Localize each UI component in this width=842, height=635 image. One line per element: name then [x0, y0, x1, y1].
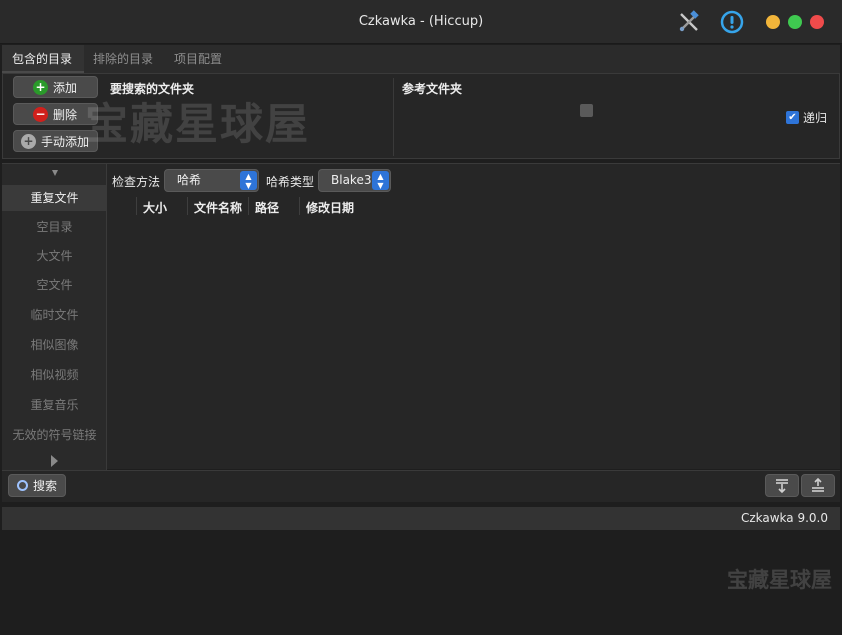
directory-tabs: 包含的目录 排除的目录 项目配置	[2, 45, 840, 73]
check-method-label: 检查方法	[112, 175, 161, 189]
tab-excluded-dirs[interactable]: 排除的目录	[93, 45, 153, 73]
checkmark-icon: ✔	[786, 111, 799, 124]
remove-label: 删除	[53, 107, 78, 122]
search-button[interactable]: 搜索	[8, 474, 66, 497]
minus-icon: −	[33, 106, 48, 122]
remove-button[interactable]: − 删除	[13, 103, 98, 125]
check-method-select[interactable]: 哈希 ▲ ▼	[164, 169, 259, 192]
move-to-top-button[interactable]	[765, 474, 799, 497]
chevron-updown-icon: ▲ ▼	[372, 171, 389, 190]
reference-folders-header: 参考文件夹	[402, 82, 463, 96]
scroll-up-icon[interactable]	[52, 170, 58, 176]
title-bar: Czkawka - (Hiccup)	[0, 0, 842, 44]
manual-add-label: 手动添加	[41, 134, 90, 149]
hash-type-label: 哈希类型	[266, 175, 315, 189]
column-separator[interactable]	[136, 197, 137, 215]
tools-icon[interactable]	[677, 10, 701, 34]
column-header-modified-date[interactable]: 修改日期	[306, 199, 354, 216]
hash-type-select[interactable]: Blake3 ▲ ▼	[318, 169, 391, 192]
search-label: 搜索	[33, 479, 58, 493]
sidebar-item-temp-files[interactable]: 临时文件	[2, 302, 107, 328]
watermark: 宝藏星球屋	[727, 568, 832, 592]
main-content: 重复文件 空目录 大文件 空文件 临时文件 相似图像 相似视频 重复音乐 无效的…	[2, 163, 840, 470]
window-title: Czkawka - (Hiccup)	[358, 14, 484, 29]
sidebar-item-similar-videos[interactable]: 相似视频	[2, 362, 107, 388]
sidebar-item-duplicate-music[interactable]: 重复音乐	[2, 392, 107, 418]
column-separator[interactable]	[299, 197, 300, 215]
arrow-down-bar-icon	[776, 479, 788, 494]
maximize-button[interactable]	[788, 15, 802, 29]
minimize-button[interactable]	[766, 15, 780, 29]
column-header-path[interactable]: 路径	[255, 199, 279, 216]
close-button[interactable]	[810, 15, 824, 29]
directory-panel: + 添加 − 删除 + 手动添加 要搜索的文件夹 参考文件夹 ✔ 递归	[2, 73, 840, 159]
add-button[interactable]: + 添加	[13, 76, 98, 98]
sidebar-item-similar-images[interactable]: 相似图像	[2, 332, 107, 358]
column-separator[interactable]	[248, 197, 249, 215]
check-method-value: 哈希	[177, 173, 202, 187]
info-icon[interactable]	[720, 10, 744, 34]
recursive-toggle[interactable]: ✔ 递归	[786, 109, 827, 126]
arrow-up-bar-icon	[812, 477, 824, 492]
column-divider[interactable]	[393, 78, 394, 156]
recursive-label: 递归	[803, 111, 828, 125]
status-bar: Czkawka 9.0.0	[2, 507, 840, 530]
search-folders-header: 要搜索的文件夹	[110, 82, 195, 96]
version-label: Czkawka 9.0.0	[740, 511, 828, 525]
column-separator[interactable]	[187, 197, 188, 215]
sidebar-item-empty-folders[interactable]: 空目录	[2, 214, 107, 240]
scroll-more-icon[interactable]	[51, 455, 58, 467]
search-icon	[17, 480, 28, 491]
tab-included-dirs[interactable]: 包含的目录	[2, 45, 84, 73]
plus-icon: +	[21, 133, 36, 149]
sidebar-item-empty-files[interactable]: 空文件	[2, 272, 107, 298]
column-header-size[interactable]: 大小	[143, 199, 167, 216]
action-bar: 搜索	[2, 470, 840, 502]
column-header-file-name[interactable]: 文件名称	[194, 199, 242, 216]
add-label: 添加	[53, 80, 78, 95]
chevron-updown-icon: ▲ ▼	[240, 171, 257, 190]
sidebar-item-duplicate-files[interactable]: 重复文件	[2, 185, 107, 211]
reference-checkbox[interactable]	[580, 104, 593, 117]
tab-project-config[interactable]: 项目配置	[174, 45, 222, 73]
plus-icon: +	[33, 79, 48, 95]
hash-type-value: Blake3	[331, 173, 372, 187]
manual-add-button[interactable]: + 手动添加	[13, 130, 98, 152]
tool-sidebar: 重复文件 空目录 大文件 空文件 临时文件 相似图像 相似视频 重复音乐 无效的…	[2, 164, 107, 470]
sidebar-item-big-files[interactable]: 大文件	[2, 243, 107, 269]
sort-button[interactable]	[801, 474, 835, 497]
sidebar-item-broken-symlinks[interactable]: 无效的符号链接	[2, 422, 107, 448]
